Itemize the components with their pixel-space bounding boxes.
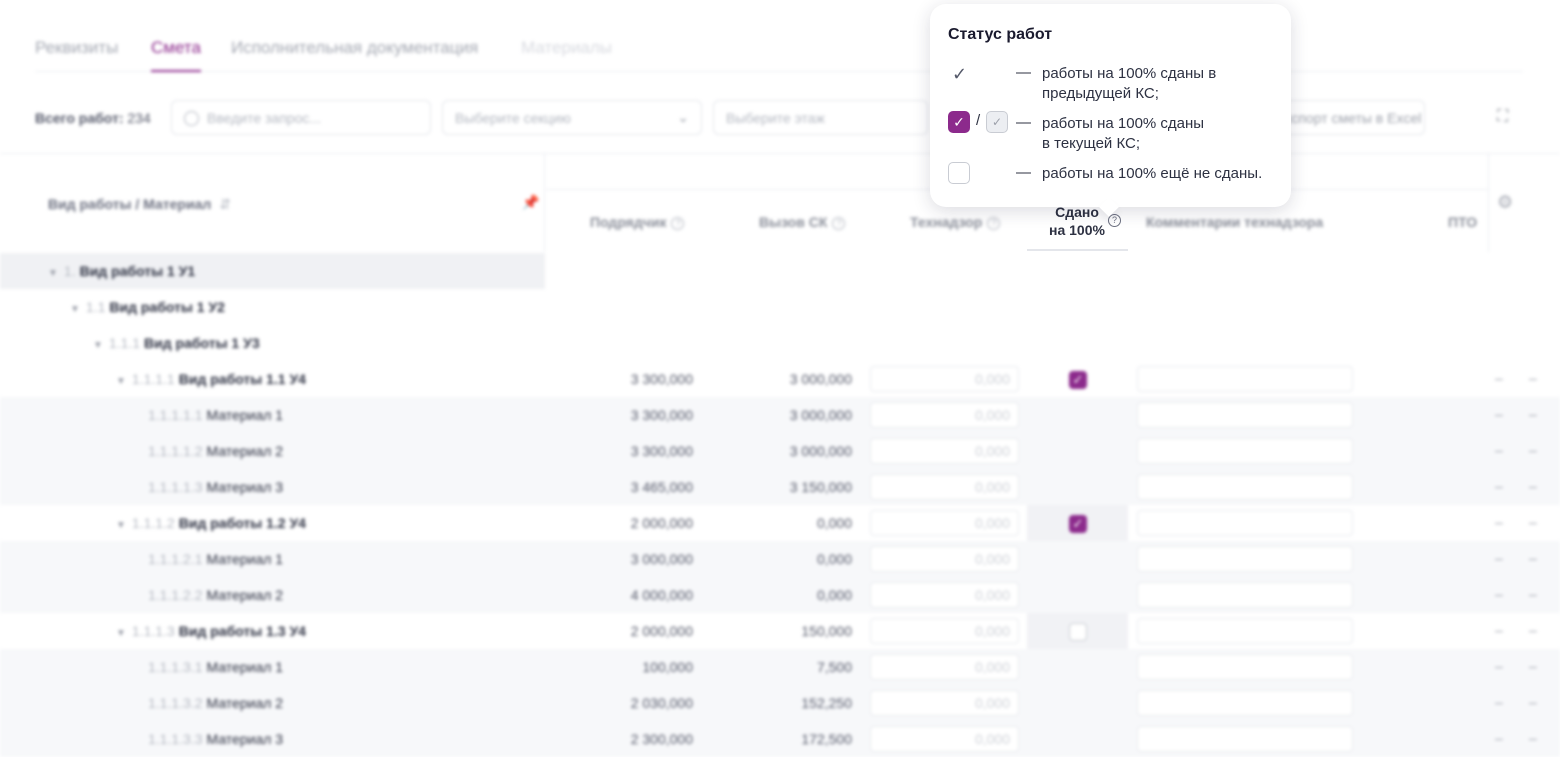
supervision-input[interactable]: 0,000 [870,654,1019,680]
settings-cell: ⚙ [1488,154,1560,252]
tab-estimate[interactable]: Смета [151,38,201,72]
toolbar: Всего работ: 234 Введите запрос... Выбер… [0,96,1560,140]
table-row[interactable]: ▼ 1. Вид работы 1 У1 [0,253,1560,289]
collapse-icon: ▼ [116,628,126,639]
comment-input[interactable] [1137,474,1353,500]
check-icon: ✓ [1072,516,1084,531]
comment-input[interactable] [1137,438,1353,464]
table-row[interactable]: 1.1.1.3.1 Материал 1 100,000 7,500 0,000 … [0,649,1560,685]
collapse-icon: ▼ [116,520,126,531]
table-row[interactable]: ▼ 1.1.1.2 Вид работы 1.2 У4 2 000,000 0,00… [0,505,1560,541]
check-icon: ✓ [952,64,968,84]
comment-input[interactable] [1137,546,1353,572]
supervision-input[interactable]: 0,000 [870,726,1019,752]
table-row[interactable]: 1.1.1.1.1 Материал 1 3 300,000 3 000,000 … [0,397,1560,433]
supervision-input[interactable]: 0,000 [870,438,1019,464]
comment-input[interactable] [1137,690,1353,716]
pto-header: ПТО [1448,214,1478,230]
comment-input[interactable] [1137,654,1353,680]
supervision-input[interactable]: 0,000 [870,690,1019,716]
supervision-input[interactable]: 0,000 [870,366,1019,392]
comment-input[interactable] [1137,402,1353,428]
table-row[interactable]: 1.1.1.3.2 Материал 2 2 030,000 152,250 0,… [0,685,1560,721]
fullscreen-icon[interactable]: ⛶ [1497,108,1515,126]
checkbox-checked-icon: ✓ [948,111,970,133]
work-column-header: Вид работы / Материал ⇵ 📌 [0,154,545,252]
tab-executive-docs[interactable]: Исполнительная документация [231,38,478,70]
section-select[interactable]: Выберите секцию ⌄ [442,100,702,135]
gear-icon[interactable]: ⚙ [1497,192,1513,213]
total-works: Всего работ: 234 [35,110,151,126]
tab-materials[interactable]: Материалы [521,38,612,70]
popover-title: Статус работ [948,26,1053,43]
table-row[interactable]: 1.1.1.1.3 Материал 3 3 465,000 3 150,000 … [0,469,1560,505]
table-row[interactable]: 1.1.1.2.2 Материал 2 4 000,000 0,000 0,00… [0,577,1560,613]
help-icon[interactable]: ? [671,217,685,230]
total-works-value: 234 [127,110,151,126]
done-checkbox[interactable]: ✓ [1069,515,1087,533]
background-page: Реквизиты Смета Исполнительная документа… [0,0,1560,757]
comment-input[interactable] [1137,726,1353,752]
tab-bar: Реквизиты Смета Исполнительная документа… [35,0,1523,72]
status-popover: Статус работ ✓ — работы на 100% сданы вп… [930,4,1291,207]
help-icon[interactable]: ? [832,217,846,230]
comment-input[interactable] [1137,618,1353,644]
checkbox-empty-icon [948,162,970,184]
work-column-title: Вид работы / Материал [48,196,212,212]
tab-requisites[interactable]: Реквизиты [35,38,118,70]
table-row[interactable]: ▼ 1.1 Вид работы 1 У2 [0,289,1560,325]
search-input[interactable]: Введите запрос... [171,100,431,135]
contractor-header: Подрядчик? [590,214,685,230]
supervision-input[interactable]: 0,000 [870,474,1019,500]
table-row[interactable]: ▼ 1.1.1 Вид работы 1 У3 [0,325,1560,361]
supervision-input[interactable]: 0,000 [870,402,1019,428]
sk-call-header: Вызов СК? [759,214,846,230]
supervision-input[interactable]: 0,000 [870,546,1019,572]
check-icon: ✓ [1072,372,1084,387]
table-row[interactable]: ▼ 1.1.1.1 Вид работы 1.1 У4 3 300,000 3 00… [0,361,1560,397]
pin-icon[interactable]: 📌 [522,194,539,211]
collapse-icon: ▼ [116,376,126,387]
help-icon[interactable]: ? [987,217,1001,230]
floor-select[interactable]: Выберите этаж [713,100,928,135]
collapse-icon: ▼ [70,304,80,315]
collapse-icon: ▼ [93,340,103,351]
supervision-input[interactable]: 0,000 [870,510,1019,536]
table-row[interactable]: ▼ 1.1.1.3 Вид работы 1.3 У4 2 000,000 150,… [0,613,1560,649]
table-row[interactable]: 1.1.1.1.2 Материал 2 3 300,000 3 000,000 … [0,433,1560,469]
checkbox-disabled-icon: ✓ [986,111,1008,133]
search-icon [184,111,199,126]
table-row[interactable]: 1.1.1.2.1 Материал 1 3 000,000 0,000 0,00… [0,541,1560,577]
comment-input[interactable] [1137,366,1353,392]
chevron-down-icon: ⌄ [677,109,689,125]
comments-header: Комментарии технадзора [1146,214,1324,230]
table-row[interactable]: 1.1.1.3.3 Материал 3 2 300,000 172,500 0,… [0,721,1560,757]
supervision-input[interactable]: 0,000 [870,582,1019,608]
collapse-icon: ▼ [48,268,58,279]
supervision-header: Технадзор? [910,214,1001,230]
done-checkbox[interactable]: ✓ [1069,371,1087,389]
supervision-input[interactable]: 0,000 [870,618,1019,644]
comment-input[interactable] [1137,510,1353,536]
comment-input[interactable] [1137,582,1353,608]
done-checkbox[interactable] [1069,623,1087,641]
sort-icon[interactable]: ⇵ [219,196,231,212]
